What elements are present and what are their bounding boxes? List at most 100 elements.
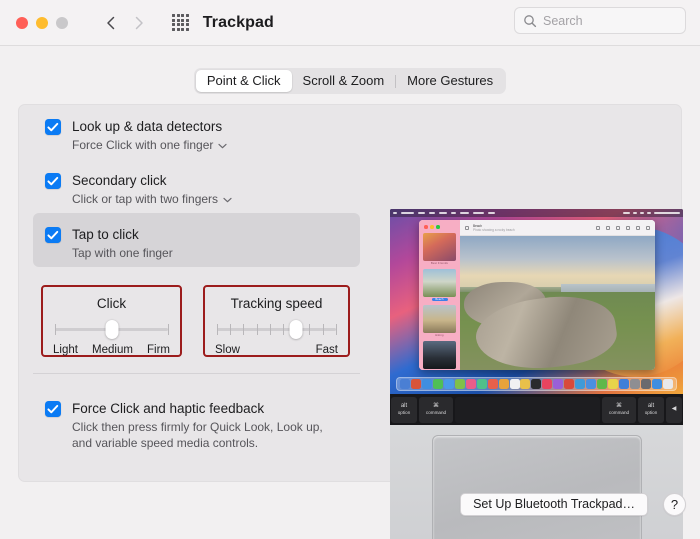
key-top-label: ⌘: [616, 403, 622, 409]
sidebar-thumbnail-item: Hiking: [423, 304, 456, 337]
macos-dock: [396, 377, 677, 391]
close-button[interactable]: [16, 16, 28, 29]
tap-to-click-sub: Tap with one finger: [72, 245, 173, 261]
force-click-description-line-2: and variable speed media controls.: [72, 435, 259, 450]
zoom-button[interactable]: [56, 16, 68, 29]
share-icon: [616, 225, 620, 230]
click-slider-label-firm: Firm: [147, 344, 170, 356]
sidebar-thumbnail-caption: Hiking: [435, 333, 444, 337]
search-field[interactable]: Search: [514, 7, 686, 34]
tap-to-click-sub-value: Tap with one finger: [72, 246, 173, 260]
tap-to-click-checkbox[interactable]: [45, 227, 61, 243]
option-secondary-click[interactable]: Secondary click Click or tap with two fi…: [45, 173, 232, 207]
bottom-bar: Set Up Bluetooth Trackpad… ?: [0, 482, 700, 539]
click-slider-annotation-box: Click Light Medium Firm: [41, 285, 182, 357]
macbook-keyboard-row: alt option ⌘ command ⌘ command alt optio…: [390, 394, 683, 425]
click-slider-label-medium: Medium: [92, 344, 133, 356]
force-click-description-line-1: Click then press firmly for Quick Look, …: [72, 420, 323, 434]
set-up-bluetooth-trackpad-button[interactable]: Set Up Bluetooth Trackpad…: [460, 493, 648, 516]
tracking-speed-label-slow: Slow: [215, 344, 240, 356]
sidebar-thumbnail-item: Best Friends: [423, 232, 456, 265]
secondary-click-popup[interactable]: Click or tap with two fingers: [72, 191, 232, 207]
tab-scroll-and-zoom[interactable]: Scroll & Zoom: [292, 70, 396, 92]
search-placeholder: Search: [543, 13, 583, 28]
back-chevron-icon[interactable]: [104, 14, 118, 32]
tracking-speed-scale-labels: Slow Fast: [215, 344, 338, 356]
look-up-label: Look up & data detectors: [72, 119, 223, 134]
tab-point-and-click[interactable]: Point & Click: [195, 70, 292, 92]
macos-menu-bar: [390, 209, 683, 217]
sidebar-thumbnail-item: Beach: [423, 268, 456, 301]
rotate-icon: [636, 225, 640, 230]
window-titlebar: Trackpad Search: [0, 0, 700, 46]
preview-app-toolbar: Beach Photo showing a rocky beach: [460, 220, 655, 236]
help-button[interactable]: ?: [663, 493, 686, 516]
macbook-screen: Best Friends Beach Hiking Beach Photo sh…: [390, 209, 683, 394]
key-top-label: ◀: [671, 406, 677, 412]
key-top-label: ⌘: [433, 403, 439, 409]
sidebar-thumbnail-item: [423, 340, 456, 369]
chevron-down-icon: [218, 137, 227, 153]
key-bottom-label: command: [608, 410, 630, 415]
preview-app-sidebar: Best Friends Beach Hiking: [419, 220, 460, 370]
key-option-right: alt option: [638, 396, 664, 423]
tracking-speed-label: Tracking speed: [230, 296, 323, 311]
tracking-speed-slider-track[interactable]: [217, 320, 337, 339]
markup-icon: [626, 225, 630, 230]
secondary-click-checkbox[interactable]: [45, 173, 61, 189]
settings-column: Look up & data detectors Force Click wit…: [19, 105, 374, 481]
search-icon: [646, 225, 650, 230]
preview-app-window: Best Friends Beach Hiking Beach Photo sh…: [419, 220, 655, 370]
preview-app-doc-subtitle: Photo showing a rocky beach: [473, 227, 515, 232]
look-up-popup[interactable]: Force Click with one finger: [72, 137, 227, 153]
key-bottom-label: option: [397, 410, 411, 415]
apple-menu-icon: [393, 212, 397, 214]
sidebar-toggle-icon: [465, 225, 469, 230]
click-slider-label: Click: [96, 296, 127, 311]
tab-more-gestures[interactable]: More Gestures: [396, 70, 504, 92]
preview-app-photo: [460, 236, 655, 370]
key-bottom-label: option: [644, 410, 658, 415]
look-up-checkbox[interactable]: [45, 119, 61, 135]
click-slider-track[interactable]: [55, 320, 169, 339]
key-top-label: alt: [400, 403, 408, 409]
tracking-speed-slider-thumb[interactable]: [289, 320, 303, 339]
option-force-click[interactable]: Force Click and haptic feedback Click th…: [45, 401, 323, 451]
key-arrow-left: ◀: [666, 396, 682, 423]
window-title: Trackpad: [202, 13, 274, 31]
tap-to-click-label: Tap to click: [72, 227, 139, 242]
click-slider-label-light: Light: [53, 344, 78, 356]
sidebar-thumbnail-caption-selected: Beach: [431, 297, 448, 301]
force-click-checkbox[interactable]: [45, 401, 61, 417]
tab-bar: Point & Click Scroll & Zoom More Gesture…: [0, 68, 700, 94]
look-up-popup-value: Force Click with one finger: [72, 138, 214, 152]
forward-chevron-icon[interactable]: [132, 14, 146, 32]
tab-group: Point & Click Scroll & Zoom More Gesture…: [193, 68, 507, 94]
show-all-grid-icon[interactable]: [172, 14, 189, 31]
tracking-speed-slider-annotation-box: Tracking speed Slow Fast: [203, 285, 350, 357]
key-command-right: ⌘ command: [602, 396, 636, 423]
zoom-out-icon: [606, 225, 610, 230]
zoom-in-icon: [596, 225, 600, 230]
section-divider: [33, 373, 360, 374]
preview-app-content: Beach Photo showing a rocky beach: [460, 220, 655, 370]
preview-app-toolbar-icons: [596, 225, 650, 230]
navigation-arrows: [104, 14, 146, 32]
tracking-speed-slider-ticks: [217, 324, 337, 335]
search-icon: [523, 14, 537, 28]
click-slider-scale-labels: Light Medium Firm: [53, 344, 170, 356]
secondary-click-popup-value: Click or tap with two fingers: [72, 192, 219, 206]
preferences-panel: Look up & data detectors Force Click wit…: [18, 104, 683, 539]
traffic-lights: [16, 16, 68, 29]
key-command-left: ⌘ command: [419, 396, 453, 423]
force-click-label: Force Click and haptic feedback: [72, 401, 265, 416]
option-tap-to-click[interactable]: Tap to click Tap with one finger: [45, 227, 173, 261]
minimize-button[interactable]: [36, 16, 48, 29]
preview-window-traffic-lights: [424, 225, 456, 229]
tracking-speed-label-fast: Fast: [315, 344, 338, 356]
secondary-click-label: Secondary click: [72, 173, 167, 188]
sidebar-thumbnail-caption: Best Friends: [431, 261, 448, 265]
chevron-down-icon: [223, 191, 232, 207]
option-look-up-and-data-detectors[interactable]: Look up & data detectors Force Click wit…: [45, 119, 227, 153]
click-slider-thumb[interactable]: [105, 320, 118, 339]
